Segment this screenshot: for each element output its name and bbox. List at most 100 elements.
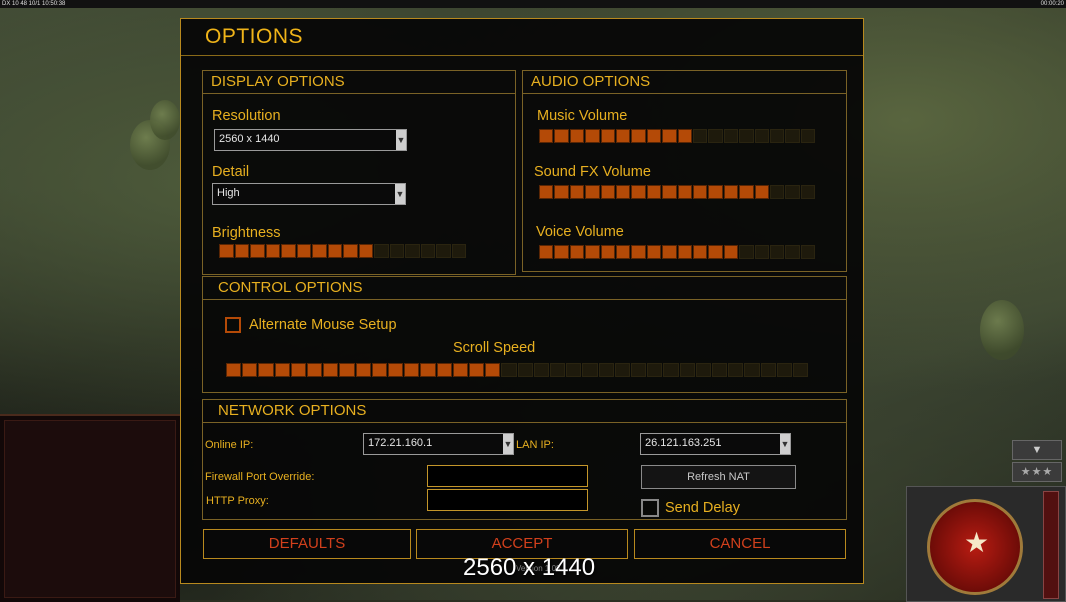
slider-segment[interactable] — [598, 363, 614, 377]
slider-segment[interactable] — [343, 244, 358, 258]
slider-segment[interactable] — [265, 244, 280, 258]
slider-segment[interactable] — [517, 363, 533, 377]
slider-segment[interactable] — [290, 363, 306, 377]
slider-segment[interactable] — [693, 129, 708, 143]
slider-segment[interactable] — [404, 363, 420, 377]
slider-segment[interactable] — [339, 363, 355, 377]
slider-segment[interactable] — [569, 129, 585, 143]
slider-segment[interactable] — [754, 129, 769, 143]
slider-segment[interactable] — [451, 244, 466, 258]
slider-segment[interactable] — [614, 363, 630, 377]
slider-segment[interactable] — [420, 363, 436, 377]
alternate-mouse-checkbox[interactable] — [225, 317, 241, 333]
slider-segment[interactable] — [631, 245, 646, 259]
slider-segment[interactable] — [739, 245, 754, 259]
general-rank-stars[interactable]: ★★★ — [1012, 462, 1062, 482]
slider-segment[interactable] — [296, 244, 311, 258]
slider-segment[interactable] — [420, 244, 435, 258]
slider-segment[interactable] — [723, 185, 739, 199]
slider-segment[interactable] — [708, 245, 723, 259]
slider-segment[interactable] — [631, 363, 647, 377]
slider-segment[interactable] — [533, 363, 549, 377]
slider-segment[interactable] — [585, 129, 600, 143]
slider-segment[interactable] — [600, 185, 615, 199]
slider-segment[interactable] — [250, 244, 265, 258]
slider-segment[interactable] — [358, 244, 373, 258]
slider-segment[interactable] — [374, 244, 389, 258]
slider-segment[interactable] — [436, 244, 451, 258]
slider-segment[interactable] — [646, 185, 662, 199]
sound-fx-volume-slider[interactable] — [539, 185, 817, 199]
voice-volume-slider[interactable] — [539, 245, 817, 259]
online-ip-dropdown[interactable]: 172.21.160.1 ▼ — [363, 433, 514, 455]
slider-segment[interactable] — [631, 185, 646, 199]
slider-segment[interactable] — [539, 129, 554, 143]
firewall-port-input[interactable] — [427, 465, 588, 487]
slider-segment[interactable] — [550, 363, 566, 377]
slider-segment[interactable] — [600, 245, 615, 259]
slider-segment[interactable] — [389, 244, 404, 258]
slider-segment[interactable] — [388, 363, 404, 377]
slider-segment[interactable] — [712, 363, 728, 377]
slider-segment[interactable] — [585, 245, 600, 259]
slider-segment[interactable] — [663, 363, 679, 377]
slider-segment[interactable] — [242, 363, 258, 377]
slider-segment[interactable] — [785, 129, 800, 143]
slider-segment[interactable] — [693, 185, 708, 199]
slider-segment[interactable] — [452, 363, 468, 377]
slider-segment[interactable] — [760, 363, 776, 377]
collapse-arrow-button[interactable]: ▼ — [1012, 440, 1062, 460]
slider-segment[interactable] — [323, 363, 339, 377]
slider-segment[interactable] — [569, 185, 585, 199]
slider-segment[interactable] — [312, 244, 327, 258]
slider-segment[interactable] — [770, 129, 785, 143]
slider-segment[interactable] — [754, 245, 769, 259]
slider-segment[interactable] — [800, 129, 816, 143]
slider-segment[interactable] — [631, 129, 646, 143]
chevron-down-icon[interactable]: ▼ — [396, 130, 406, 150]
slider-segment[interactable] — [307, 363, 323, 377]
slider-segment[interactable] — [600, 129, 615, 143]
slider-segment[interactable] — [585, 185, 600, 199]
music-volume-slider[interactable] — [539, 129, 817, 143]
slider-segment[interactable] — [616, 129, 631, 143]
scroll-speed-slider[interactable] — [226, 363, 811, 377]
slider-segment[interactable] — [469, 363, 485, 377]
slider-segment[interactable] — [355, 363, 371, 377]
slider-segment[interactable] — [554, 245, 569, 259]
detail-dropdown[interactable]: High ▼ — [212, 183, 406, 205]
slider-segment[interactable] — [662, 185, 677, 199]
slider-segment[interactable] — [800, 245, 816, 259]
slider-segment[interactable] — [793, 363, 809, 377]
chevron-down-icon[interactable]: ▼ — [503, 434, 513, 454]
brightness-slider[interactable] — [219, 244, 467, 258]
slider-segment[interactable] — [708, 185, 723, 199]
defaults-button[interactable]: DEFAULTS — [203, 529, 411, 559]
slider-segment[interactable] — [485, 363, 501, 377]
slider-segment[interactable] — [695, 363, 711, 377]
slider-segment[interactable] — [679, 363, 695, 377]
slider-segment[interactable] — [647, 363, 663, 377]
general-portrait[interactable]: ★ — [906, 486, 1066, 602]
slider-segment[interactable] — [677, 129, 692, 143]
slider-segment[interactable] — [800, 185, 816, 199]
slider-segment[interactable] — [539, 185, 554, 199]
slider-segment[interactable] — [226, 363, 242, 377]
slider-segment[interactable] — [754, 185, 769, 199]
slider-segment[interactable] — [728, 363, 744, 377]
slider-segment[interactable] — [708, 129, 723, 143]
slider-segment[interactable] — [566, 363, 582, 377]
slider-segment[interactable] — [405, 244, 420, 258]
slider-segment[interactable] — [501, 363, 517, 377]
slider-segment[interactable] — [770, 245, 785, 259]
slider-segment[interactable] — [739, 129, 754, 143]
slider-segment[interactable] — [677, 245, 692, 259]
slider-segment[interactable] — [785, 185, 800, 199]
minimap[interactable] — [4, 420, 176, 598]
slider-segment[interactable] — [616, 245, 631, 259]
resolution-dropdown[interactable]: 2560 x 1440 ▼ — [214, 129, 407, 151]
slider-segment[interactable] — [539, 245, 554, 259]
chevron-down-icon[interactable]: ▼ — [395, 184, 405, 204]
slider-segment[interactable] — [739, 185, 754, 199]
slider-segment[interactable] — [785, 245, 800, 259]
